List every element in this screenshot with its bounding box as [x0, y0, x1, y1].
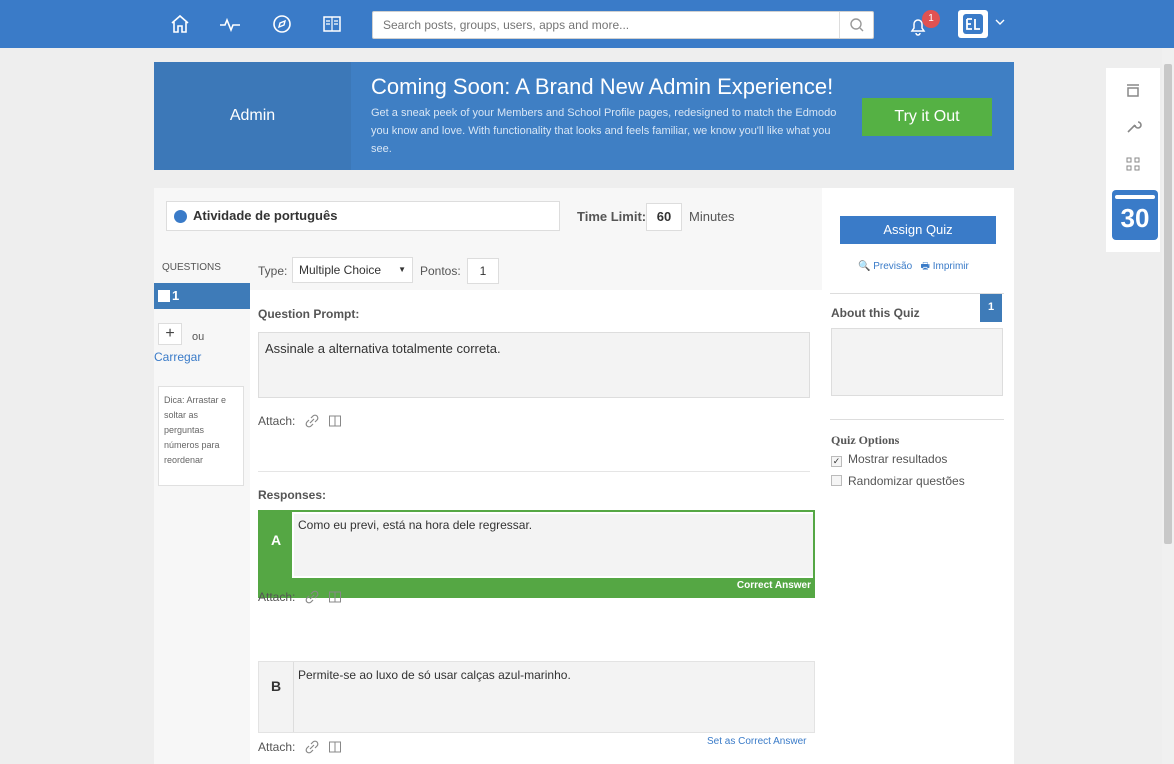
option-show-results[interactable]: ✓ Mostrar resultados — [831, 452, 947, 467]
library-icon[interactable] — [328, 590, 342, 604]
quiz-icon — [174, 210, 187, 223]
prompt-attach: Attach: — [258, 414, 342, 428]
library-icon[interactable] — [320, 12, 344, 36]
attach-label: Attach: — [258, 740, 296, 754]
responses-label: Responses: — [258, 488, 327, 502]
activity-icon[interactable] — [218, 12, 242, 36]
sidebar-links: 🔍 Previsão 🖶 Imprimir — [858, 259, 969, 276]
banner-description: Get a sneak peek of your Members and Sch… — [371, 107, 837, 155]
question-prompt-field[interactable]: Assinale a alternativa totalmente corret… — [258, 332, 810, 398]
response-letter: A — [260, 512, 292, 578]
divider — [258, 471, 810, 472]
upload-link[interactable]: Carregar — [154, 350, 201, 364]
drag-tip: Dica: Arrastar e soltar as perguntas núm… — [158, 386, 244, 486]
response-text-field[interactable]: Permite-se ao luxo de só usar calças azu… — [293, 662, 814, 732]
points-label: Pontos: — [420, 264, 461, 278]
store-icon[interactable] — [1121, 78, 1145, 102]
try-it-out-button[interactable]: Try it Out — [862, 98, 992, 136]
search-input[interactable] — [373, 12, 833, 38]
attach-label: Attach: — [258, 414, 296, 428]
type-select[interactable]: Multiple Choice ▼ — [292, 257, 413, 283]
preview-link[interactable]: Previsão — [873, 261, 912, 272]
scrollbar[interactable] — [1162, 48, 1174, 764]
question-checkbox[interactable] — [158, 290, 170, 302]
about-count-badge: 1 — [980, 294, 1002, 322]
banner-title: Coming Soon: A Brand New Admin Experienc… — [371, 74, 834, 99]
quiz-title: Atividade de português — [193, 208, 338, 223]
correct-answer-bar — [260, 578, 813, 596]
type-label: Type: — [258, 264, 288, 278]
top-nav-bar: 1 — [0, 0, 1174, 48]
link-icon[interactable] — [305, 590, 319, 604]
question-prompt-label: Question Prompt: — [258, 307, 360, 321]
checkbox[interactable] — [831, 475, 842, 486]
link-icon[interactable] — [305, 414, 319, 428]
questions-header: QUESTIONS — [162, 262, 221, 273]
set-correct-answer-link[interactable]: Set as Correct Answer — [707, 736, 806, 747]
response-text-field[interactable]: Como eu previ, está na hora dele regress… — [294, 514, 813, 576]
chevron-down-icon[interactable] — [994, 16, 1006, 28]
question-number: 1 — [172, 288, 180, 303]
print-link[interactable]: Imprimir — [933, 261, 969, 272]
add-question-button[interactable]: + — [158, 323, 182, 345]
notification-badge[interactable]: 1 — [922, 10, 940, 28]
divider — [830, 293, 1004, 294]
or-label: ou — [192, 331, 205, 343]
library-icon[interactable] — [328, 740, 342, 754]
print-icon[interactable]: 🖶 — [920, 261, 929, 272]
discover-icon[interactable] — [270, 12, 294, 36]
time-limit-label: Time Limit: — [577, 209, 647, 224]
option-label: Mostrar resultados — [848, 452, 948, 466]
checkbox-checked[interactable]: ✓ — [831, 456, 842, 467]
dropdown-arrow-icon: ▼ — [398, 265, 406, 274]
correct-answer-label: Correct Answer — [736, 580, 811, 591]
search-icon[interactable] — [839, 12, 873, 38]
response-a-attach: Attach: — [258, 590, 342, 604]
wrench-icon[interactable] — [1121, 114, 1145, 138]
assign-quiz-button[interactable]: Assign Quiz — [840, 216, 996, 244]
divider — [830, 419, 1004, 420]
link-icon[interactable] — [305, 740, 319, 754]
type-value: Multiple Choice — [299, 263, 382, 277]
time-limit-input[interactable]: 60 — [646, 203, 682, 231]
response-b[interactable]: B Permite-se ao luxo de só usar calças a… — [258, 661, 815, 733]
points-input[interactable]: 1 — [467, 258, 499, 284]
admin-label[interactable]: Admin — [154, 62, 351, 170]
quiz-options-label: Quiz Options — [831, 433, 900, 447]
response-letter: B — [270, 678, 282, 694]
avatar[interactable] — [958, 10, 988, 38]
about-quiz-field[interactable] — [831, 328, 1003, 396]
response-a[interactable]: A Como eu previ, está na hora dele regre… — [258, 510, 815, 598]
attach-label: Attach: — [258, 590, 296, 604]
calendar-icon[interactable]: 30 — [1112, 190, 1158, 240]
grid-icon[interactable] — [1121, 152, 1145, 176]
library-icon[interactable] — [328, 414, 342, 428]
quiz-title-field[interactable]: Atividade de português — [166, 201, 560, 231]
preview-icon[interactable]: 🔍 — [858, 261, 870, 272]
about-quiz-label: About this Quiz — [831, 306, 920, 320]
response-b-attach: Attach: — [258, 740, 342, 754]
option-randomize[interactable]: Randomizar questões — [831, 474, 965, 488]
question-item[interactable]: 1 — [154, 283, 250, 309]
admin-banner: Admin Coming Soon: A Brand New Admin Exp… — [154, 62, 1014, 170]
scrollbar-thumb[interactable] — [1164, 64, 1172, 544]
option-label: Randomizar questões — [848, 474, 965, 488]
home-icon[interactable] — [168, 12, 192, 36]
time-limit-unit: Minutes — [689, 209, 735, 224]
search-box — [372, 11, 874, 39]
